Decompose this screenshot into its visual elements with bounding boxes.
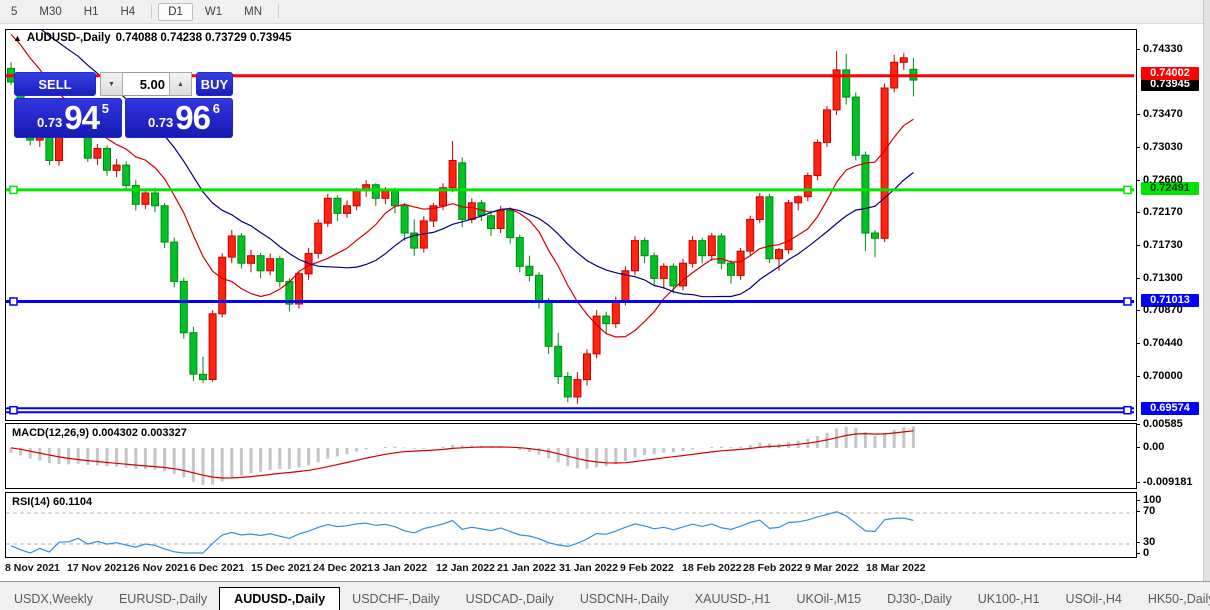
- tab-hk50-daily[interactable]: HK50-,Daily: [1136, 588, 1210, 610]
- timeframe-button-d1[interactable]: D1: [158, 2, 193, 21]
- support-price-label-navy: 0.69574: [1141, 402, 1199, 415]
- buy-price-big-digits: 96: [175, 99, 211, 136]
- tab-dj30-daily[interactable]: DJ30-,Daily: [875, 588, 964, 610]
- date-tick-label: 9 Feb 2022: [620, 562, 674, 574]
- line-drag-handle[interactable]: [1123, 405, 1132, 415]
- resistance-price-label: 0.74002: [1141, 67, 1199, 80]
- line-drag-handle[interactable]: [1123, 297, 1132, 306]
- date-tick-label: 18 Mar 2022: [866, 562, 926, 574]
- rsi-chart-canvas: [6, 511, 1134, 554]
- macd-tick-label: 0.00: [1136, 441, 1164, 453]
- timeframe-button-m5[interactable]: 5: [1, 3, 27, 21]
- buy-button[interactable]: BUY: [196, 72, 233, 96]
- volume-decrease-button[interactable]: ▼: [100, 72, 123, 96]
- tab-usdx-weekly[interactable]: USDX,Weekly: [2, 588, 105, 610]
- price-tick-label: 0.71300: [1136, 272, 1183, 284]
- buy-price-display[interactable]: 0.73 96 6: [125, 98, 233, 138]
- tab-audusd-daily[interactable]: AUDUSD-,Daily: [219, 587, 341, 610]
- buy-price-pipette: 6: [212, 101, 220, 116]
- timeframe-button-w1[interactable]: W1: [195, 3, 232, 21]
- tab-usoil-h4[interactable]: USOil-,H4: [1054, 588, 1134, 610]
- chart-ohlc-values: 0.74088 0.74238 0.73729 0.73945: [115, 32, 292, 44]
- rsi-indicator-label: RSI(14) 60.1104: [12, 496, 93, 508]
- rsi-tick-label: 70: [1136, 505, 1155, 517]
- date-tick-label: 24 Dec 2021: [313, 562, 374, 574]
- timeframe-button-m30[interactable]: M30: [29, 3, 71, 21]
- date-tick-label: 21 Jan 2022: [497, 562, 556, 574]
- date-tick-label: 12 Jan 2022: [436, 562, 495, 574]
- sell-price-pipette: 5: [101, 101, 109, 116]
- price-tick-label: 0.73030: [1136, 141, 1183, 153]
- timeframe-toolbar: 5 M30 H1 H4 D1 W1 MN: [0, 0, 1210, 24]
- sell-price-display[interactable]: 0.73 94 5: [14, 98, 122, 138]
- macd-indicator-panel[interactable]: MACD(12,26,9) 0.004302 0.003327: [5, 423, 1137, 489]
- date-tick-label: 28 Feb 2022: [743, 562, 803, 574]
- sell-price-big-digits: 94: [64, 99, 100, 136]
- tab-uk100-h1[interactable]: UK100-,H1: [966, 588, 1052, 610]
- date-tick-label: 26 Nov 2021: [128, 562, 189, 574]
- macd-tick-label: -0.009181: [1136, 476, 1193, 488]
- timeframe-button-h4[interactable]: H4: [110, 3, 145, 21]
- line-drag-handle[interactable]: [9, 185, 18, 195]
- macd-indicator-label: MACD(12,26,9) 0.004302 0.003327: [12, 427, 187, 439]
- window-edge: [1203, 0, 1210, 610]
- one-click-trade-panel: SELL ▼ 5.00 ▲ BUY 0.73 94 5 0.73 96 6: [14, 72, 233, 138]
- price-tick-label: 0.70000: [1136, 370, 1183, 382]
- buy-price-prefix: 0.73: [147, 115, 174, 130]
- price-tick-label: 0.70440: [1136, 337, 1183, 349]
- main-chart-panel[interactable]: ▲ AUDUSD-,Daily 0.74088 0.74238 0.73729 …: [5, 29, 1137, 421]
- sell-button[interactable]: SELL: [14, 72, 96, 96]
- volume-input[interactable]: 5.00: [123, 72, 169, 96]
- chart-expand-icon[interactable]: ▲: [13, 33, 22, 43]
- price-tick-label: 0.72600: [1136, 174, 1183, 186]
- tab-ukoil-m15[interactable]: UKOil-,M15: [785, 588, 874, 610]
- date-tick-label: 15 Dec 2021: [251, 562, 312, 574]
- tab-usdcnh-daily[interactable]: USDCNH-,Daily: [568, 588, 681, 610]
- toolbar-separator: [151, 4, 153, 19]
- sell-price-prefix: 0.73: [36, 115, 63, 130]
- line-drag-handle[interactable]: [1123, 185, 1132, 195]
- chart-symbol-label: AUDUSD-,Daily: [26, 32, 111, 44]
- chart-title: ▲ AUDUSD-,Daily 0.74088 0.74238 0.73729 …: [13, 32, 292, 44]
- date-tick-label: 9 Mar 2022: [805, 562, 859, 574]
- timeframe-button-mn[interactable]: MN: [234, 3, 272, 21]
- date-tick-label: 8 Nov 2021: [5, 562, 60, 574]
- price-tick-label: 0.70870: [1136, 304, 1183, 316]
- price-tick-label: 0.71730: [1136, 239, 1183, 251]
- volume-increase-button[interactable]: ▲: [169, 72, 192, 96]
- macd-tick-label: 0.00585: [1136, 418, 1183, 430]
- date-axis[interactable]: 8 Nov 2021 17 Nov 2021 26 Nov 2021 6 Dec 20…: [5, 559, 1205, 579]
- price-axis: 0.74002 0.73945 0.72491 0.71013 0.69574 …: [1136, 29, 1204, 589]
- mt4-window: { "toolbar": {"timeframes": ["5","M30","…: [0, 0, 1210, 610]
- date-tick-label: 17 Nov 2021: [67, 562, 128, 574]
- timeframe-button-h1[interactable]: H1: [74, 3, 109, 21]
- toolbar-separator: [278, 4, 280, 19]
- date-tick-label: 6 Dec 2021: [190, 562, 245, 574]
- tab-eurusd-daily[interactable]: EURUSD-,Daily: [107, 588, 219, 610]
- price-tick-label: 0.73470: [1136, 108, 1183, 120]
- rsi-tick-label: 0: [1136, 547, 1149, 559]
- tab-xauusd-h1[interactable]: XAUUSD-,H1: [683, 588, 783, 610]
- line-drag-handle[interactable]: [9, 405, 18, 415]
- date-tick-label: 31 Jan 2022: [559, 562, 618, 574]
- tab-usdchf-daily[interactable]: USDCHF-,Daily: [340, 588, 452, 610]
- line-drag-handle[interactable]: [9, 297, 18, 306]
- date-tick-label: 3 Jan 2022: [374, 562, 428, 574]
- date-tick-label: 18 Feb 2022: [682, 562, 742, 574]
- rsi-indicator-panel[interactable]: RSI(14) 60.1104: [5, 492, 1137, 558]
- price-tick-label: 0.74330: [1136, 43, 1183, 55]
- price-tick-label: 0.72170: [1136, 206, 1183, 218]
- tab-usdcad-daily[interactable]: USDCAD-,Daily: [454, 588, 566, 610]
- symbol-tab-bar: USDX,Weekly EURUSD-,Daily AUDUSD-,Daily …: [0, 581, 1210, 610]
- rsi-line: [10, 511, 914, 554]
